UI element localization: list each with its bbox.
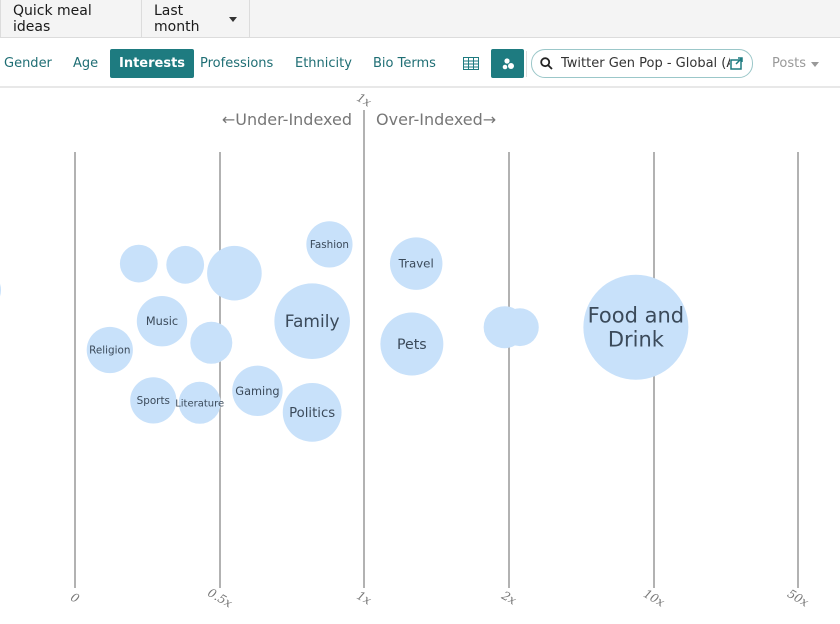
center-tick-label: 1x — [354, 90, 374, 109]
bubble-label: Fashion — [310, 239, 349, 251]
table-view-button[interactable] — [454, 49, 487, 78]
tab-gender[interactable]: Gender — [0, 49, 61, 78]
interests-bubble-chart: Fashion Family Music Religion Gaming Sports Li… — [0, 90, 840, 620]
caret-down-icon — [229, 17, 237, 22]
metric-dropdown[interactable]: Posts — [772, 49, 819, 78]
over-indexed-label: Over-Indexed→ — [376, 110, 496, 129]
bubble-label: Sports — [137, 395, 170, 407]
tab-label: Gender — [4, 56, 52, 71]
tab-ethnicity[interactable]: Ethnicity — [286, 49, 361, 78]
caret-down-icon — [810, 62, 819, 67]
tab-label: Bio Terms — [373, 56, 436, 71]
x-tick-label: 50x — [785, 586, 811, 609]
bubble-chart-icon — [502, 57, 514, 69]
x-tick-label: 1x — [354, 588, 374, 607]
bubble-label: Family — [285, 312, 340, 332]
table-grid-icon — [462, 57, 479, 70]
x-tick-label: 0 — [68, 590, 82, 606]
audience-search-input[interactable]: Twitter Gen Pop - Global (All) — [531, 49, 753, 78]
bubble-label: Gaming — [235, 384, 279, 398]
toolbar-divider — [526, 51, 527, 77]
query-name-button[interactable]: Quick meal ideas — [0, 0, 142, 37]
bubble-label: Food and — [588, 303, 685, 327]
x-tick-label: 10x — [641, 586, 667, 609]
bubble-label: Politics — [289, 406, 335, 421]
date-range-dropdown[interactable]: Last month — [142, 0, 250, 37]
tab-label: Age — [73, 56, 99, 71]
bubble-view-button[interactable] — [491, 49, 524, 78]
tab-label: Ethnicity — [295, 56, 352, 71]
bubble-label: Travel — [398, 257, 434, 271]
audience-search-value: Twitter Gen Pop - Global (All) — [561, 56, 731, 71]
search-icon — [540, 57, 553, 70]
tab-bio-terms[interactable]: Bio Terms — [364, 49, 445, 78]
under-indexed-label: ←Under-Indexed — [222, 110, 352, 129]
bubble-label: Music — [146, 314, 178, 328]
bubble-label: Drink — [608, 328, 665, 352]
tab-interests[interactable]: Interests — [110, 49, 195, 78]
tab-label: Interests — [119, 56, 186, 71]
tab-professions[interactable]: Professions — [191, 49, 282, 78]
tab-age[interactable]: Age — [64, 49, 107, 78]
bubble[interactable] — [207, 245, 262, 301]
metric-label: Posts — [772, 56, 806, 71]
date-range-label: Last month — [154, 2, 200, 35]
external-link-icon[interactable] — [730, 57, 744, 70]
tab-label: Professions — [200, 56, 274, 71]
x-tick-label: 0.5x — [205, 585, 235, 610]
bubble[interactable] — [119, 244, 158, 283]
query-name: Quick meal ideas — [13, 2, 92, 35]
bubble[interactable] — [166, 245, 205, 284]
bubble-label: Literature — [175, 398, 224, 409]
bubble[interactable] — [500, 308, 539, 347]
x-tick-label: 2x — [498, 588, 519, 608]
demographics-tab-bar: Gender Age Interests Professions Ethnici… — [0, 38, 840, 88]
query-bar: Quick meal ideas Last month — [0, 0, 840, 38]
bubble[interactable] — [190, 321, 233, 364]
bubble[interactable] — [0, 269, 1, 311]
bubble-label: Pets — [397, 337, 427, 353]
bubble-label: Religion — [89, 345, 130, 357]
bubble-chart-svg: Fashion Family Music Religion Gaming Sports Li… — [0, 90, 811, 611]
